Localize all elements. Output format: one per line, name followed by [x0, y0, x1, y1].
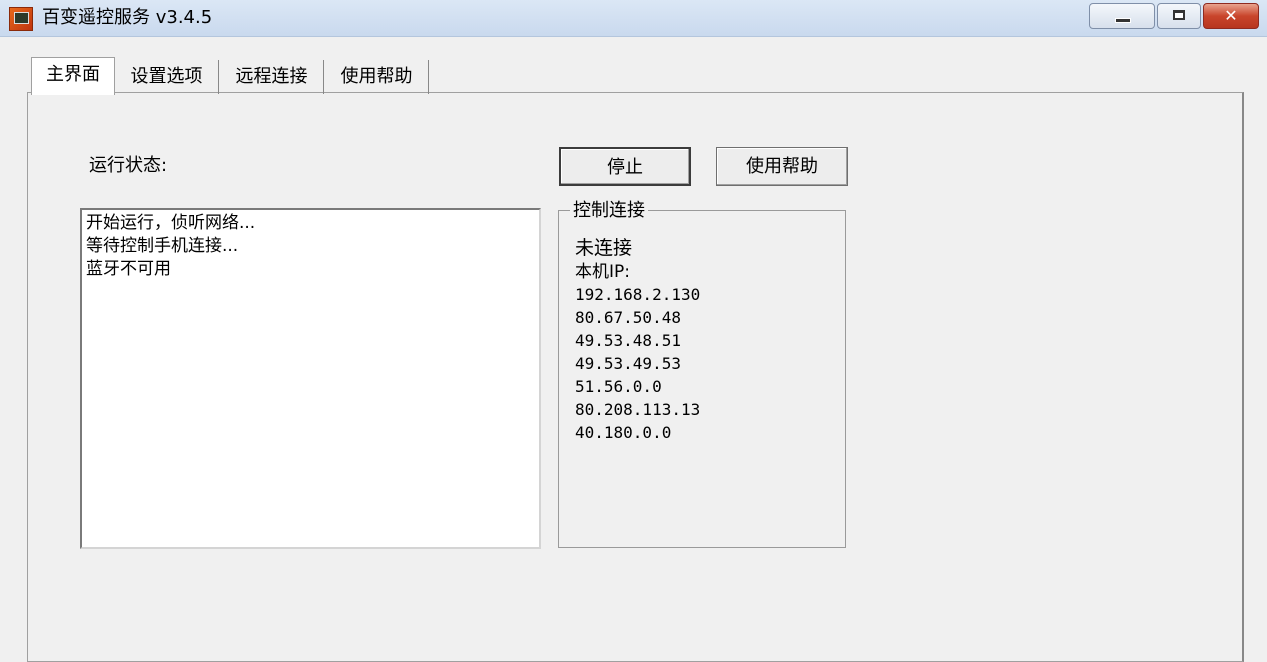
app-icon: [9, 7, 33, 31]
ip-item: 40.180.0.0: [575, 423, 672, 442]
local-ip-label: 本机IP:: [575, 262, 630, 282]
tab-settings[interactable]: 设置选项: [115, 60, 219, 94]
group-title: 控制连接: [570, 198, 648, 224]
window-title: 百变遥控服务 v3.4.5: [42, 7, 213, 28]
minimize-button[interactable]: [1089, 3, 1155, 29]
ip-item: 49.53.49.53: [575, 354, 681, 373]
ip-list: 192.168.2.130 80.67.50.48 49.53.48.51 49…: [575, 283, 700, 444]
log-line: 蓝牙不可用: [86, 259, 171, 279]
ip-item: 192.168.2.130: [575, 285, 701, 304]
ip-item: 80.208.113.13: [575, 400, 701, 419]
close-icon: ✕: [1224, 6, 1238, 25]
maximize-icon: [1173, 10, 1185, 20]
log-line: 等待控制手机连接...: [86, 236, 239, 256]
tab-main[interactable]: 主界面: [31, 57, 115, 95]
connection-status: 未连接: [575, 237, 633, 259]
tab-remote[interactable]: 远程连接: [220, 60, 324, 94]
minimize-icon: [1115, 18, 1131, 23]
title-bar[interactable]: 百变遥控服务 v3.4.5 ✕: [0, 0, 1267, 37]
log-line: 开始运行，侦听网络...: [86, 213, 256, 233]
ip-item: 51.56.0.0: [575, 377, 662, 396]
status-label: 运行状态:: [89, 155, 168, 176]
maximize-button[interactable]: [1157, 3, 1201, 29]
tab-help[interactable]: 使用帮助: [325, 60, 429, 94]
close-button[interactable]: ✕: [1203, 3, 1259, 29]
ip-item: 49.53.48.51: [575, 331, 681, 350]
stop-button[interactable]: 停止: [559, 147, 691, 186]
ip-item: 80.67.50.48: [575, 308, 681, 327]
help-button[interactable]: 使用帮助: [716, 147, 848, 186]
status-log[interactable]: 开始运行，侦听网络... 等待控制手机连接... 蓝牙不可用: [80, 208, 541, 549]
